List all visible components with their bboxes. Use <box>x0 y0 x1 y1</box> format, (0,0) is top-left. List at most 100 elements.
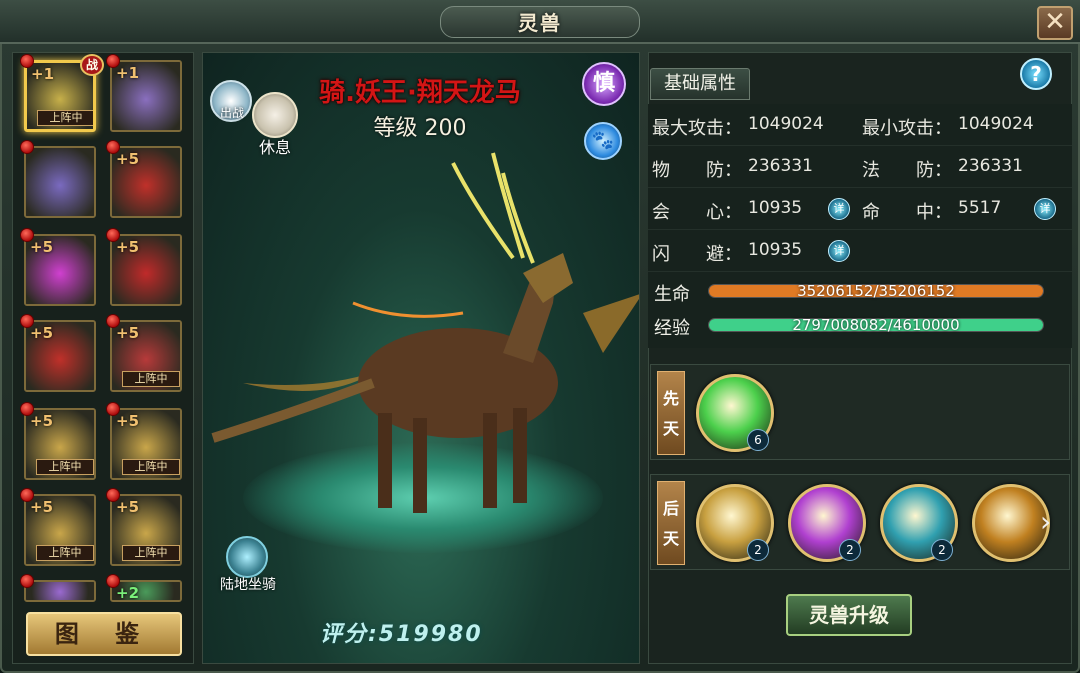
pet-level: 等级 200 <box>373 116 467 141</box>
deployed-badge: 上阵中 <box>122 459 180 475</box>
pet-slot[interactable]: +2 <box>110 580 182 602</box>
crit-label: 会 心： <box>652 202 742 223</box>
notification-dot <box>106 488 120 502</box>
pet-slot[interactable]: +1 <box>110 60 182 132</box>
acquired-label: 后天 <box>657 481 685 565</box>
pet-slot-plus: +5 <box>30 324 54 342</box>
land-mount-label: 陆地坐骑 <box>220 577 276 593</box>
close-button[interactable]: ✕ <box>1037 6 1073 40</box>
pet-slot[interactable]: +5 <box>110 146 182 218</box>
stat-row-dodge: 闪 避： 10935 详 <box>648 230 1072 272</box>
notification-dot <box>20 402 34 416</box>
window-title: 灵兽 <box>440 6 640 38</box>
deployed-badge: 上阵中 <box>37 110 93 126</box>
notification-dot <box>106 574 120 588</box>
pet-slot[interactable]: +5 上阵中 <box>24 494 96 566</box>
pet-name: 骑.妖王·翔天龙马 <box>319 78 521 108</box>
land-mount-icon[interactable] <box>226 536 268 578</box>
min-attack-value: 1049024 <box>958 114 1034 134</box>
deployed-badge: 上阵中 <box>36 459 94 475</box>
mag-def-label: 法 防： <box>862 160 952 181</box>
notification-dot <box>106 228 120 242</box>
pet-slot-plus: +5 <box>30 238 54 256</box>
notification-dot <box>20 488 34 502</box>
pet-slot-plus: +5 <box>116 150 140 168</box>
notification-dot <box>106 54 120 68</box>
pet-slot-plus: +1 <box>116 64 140 82</box>
flame-strike-skill-icon[interactable] <box>972 484 1050 562</box>
exp-value: 2797008082/4610000 <box>792 316 960 334</box>
next-page-arrow[interactable]: › <box>1040 506 1060 538</box>
dodge-detail-icon[interactable]: 详 <box>828 240 850 262</box>
temperament-icon[interactable]: 慎 <box>582 62 626 106</box>
score-value: 评分:519980 <box>320 622 483 647</box>
hp-label: 生命 <box>654 284 690 305</box>
deploy-label: 出战 <box>219 106 244 120</box>
pet-slot[interactable]: +5 上阵中 <box>110 494 182 566</box>
handbook-button[interactable]: 图 鉴 <box>26 612 182 656</box>
max-attack-label: 最大攻击： <box>652 118 742 139</box>
fighting-badge: 战 <box>80 54 104 76</box>
crit-detail-icon[interactable]: 详 <box>828 198 850 220</box>
hit-detail-icon[interactable]: 详 <box>1034 198 1056 220</box>
notification-dot <box>106 402 120 416</box>
pet-slot-plus: +5 <box>116 238 140 256</box>
mag-def-value: 236331 <box>958 156 1023 176</box>
rest-icon[interactable] <box>252 92 298 138</box>
skill-level-badge: 2 <box>931 539 953 561</box>
ice-slash-skill-icon[interactable]: 2 <box>880 484 958 562</box>
notification-dot <box>20 228 34 242</box>
dodge-value: 10935 <box>748 240 803 260</box>
notification-dot <box>20 140 34 154</box>
notification-dot <box>20 574 34 588</box>
pet-slot[interactable]: +5 <box>110 234 182 306</box>
pet-slot[interactable]: +5 上阵中 <box>110 408 182 480</box>
deployed-badge: 上阵中 <box>122 371 180 387</box>
pet-portrait <box>26 148 94 216</box>
min-attack-label: 最小攻击： <box>862 118 952 139</box>
paw-icon[interactable]: 🐾 <box>584 122 622 160</box>
deployed-badge: 上阵中 <box>122 545 180 561</box>
hit-label: 命 中： <box>862 202 952 223</box>
hp-value: 35206152/35206152 <box>797 282 955 300</box>
notification-dot <box>20 54 34 68</box>
pet-slot[interactable]: +5 <box>24 320 96 392</box>
rest-label: 休息 <box>258 138 291 157</box>
skill-level-badge: 2 <box>747 539 769 561</box>
notification-dot <box>20 314 34 328</box>
innate-label: 先天 <box>657 371 685 455</box>
pet-slot-plus: +5 <box>116 324 140 342</box>
exp-bar: 2797008082/4610000 <box>708 316 1044 334</box>
pet-slot-plus: +1 <box>31 65 55 83</box>
stat-row-attack: 最大攻击： 1049024 最小攻击： 1049024 <box>648 104 1072 146</box>
max-attack-value: 1049024 <box>748 114 824 134</box>
pet-slot-plus: +5 <box>116 498 140 516</box>
pet-slot[interactable] <box>24 146 96 218</box>
stat-row-crit: 会 心： 10935 详 命 中： 5517 详 <box>648 188 1072 230</box>
notification-dot <box>106 140 120 154</box>
tab-basic-attributes[interactable]: 基础属性 <box>650 68 750 100</box>
dodge-label: 闪 避： <box>652 244 742 265</box>
pet-slot[interactable]: +5 上阵中 <box>24 408 96 480</box>
skill-level-badge: 6 <box>747 429 769 451</box>
deployed-badge: 上阵中 <box>36 545 94 561</box>
golden-slash-skill-icon[interactable]: 2 <box>788 484 866 562</box>
pet-slot-plus: +5 <box>116 412 140 430</box>
skill-level-badge: 2 <box>839 539 861 561</box>
pet-slot[interactable] <box>24 580 96 602</box>
pet-slot[interactable]: +5 <box>24 234 96 306</box>
pet-slot[interactable]: +5 上阵中 <box>110 320 182 392</box>
pet-upgrade-button[interactable]: 灵兽升级 <box>786 594 912 636</box>
whirlwind-skill-icon[interactable]: 2 <box>696 484 774 562</box>
stats-section: 最大攻击： 1049024 最小攻击： 1049024 物 防： 236331 … <box>648 104 1072 348</box>
hp-bar: 35206152/35206152 <box>708 282 1044 300</box>
help-icon[interactable]: ? <box>1020 58 1052 90</box>
stat-row-defense: 物 防： 236331 法 防： 236331 <box>648 146 1072 188</box>
pet-slot-plus: +5 <box>30 498 54 516</box>
crit-value: 10935 <box>748 198 803 218</box>
meditation-skill-icon[interactable]: 6 <box>696 374 774 452</box>
phys-def-label: 物 防： <box>652 160 742 181</box>
notification-dot <box>106 314 120 328</box>
pet-slot-plus: +5 <box>30 412 54 430</box>
pet-slot-plus: +2 <box>116 584 140 602</box>
